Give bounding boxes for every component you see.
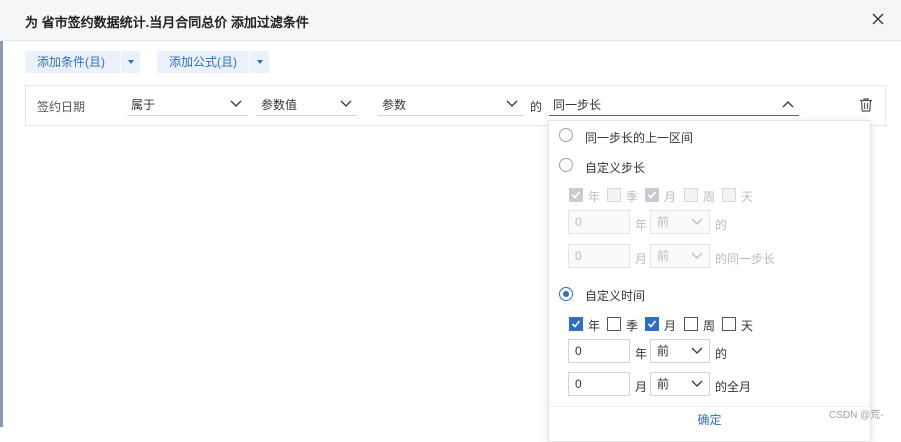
step-year-label: 年 bbox=[588, 190, 601, 204]
chevron-down-icon bbox=[230, 100, 242, 107]
time-week-checkbox[interactable] bbox=[684, 317, 698, 331]
time-week-label: 周 bbox=[703, 319, 716, 333]
radio-custom-time[interactable] bbox=[559, 287, 573, 301]
background-strip bbox=[0, 0, 3, 427]
chevron-down-icon bbox=[691, 252, 703, 259]
step-day-checkbox[interactable] bbox=[722, 188, 736, 202]
of-label: 的 bbox=[530, 100, 543, 114]
step-year-checkbox[interactable] bbox=[569, 188, 583, 202]
step-day-label: 天 bbox=[741, 190, 754, 204]
time-day-label: 天 bbox=[741, 319, 754, 333]
option-custom-step-label: 自定义步长 bbox=[585, 161, 646, 175]
step-year-direction-select[interactable]: 前 bbox=[650, 210, 710, 234]
time-quarter-label: 季 bbox=[626, 319, 639, 333]
trash-icon[interactable] bbox=[858, 97, 874, 116]
time-month-checkbox[interactable] bbox=[645, 317, 659, 331]
chevron-down-icon bbox=[340, 100, 352, 107]
period-dropdown-panel: 同一步长的上一区间 自定义步长 年 季 月 周 天 0 年 前 的 0 月 前 … bbox=[548, 120, 871, 442]
step-row2-suffix: 的同一步长 bbox=[715, 252, 776, 266]
time-year-offset-input[interactable]: 0 bbox=[568, 339, 630, 363]
step-year-offset-input[interactable]: 0 bbox=[568, 210, 630, 234]
time-row2-suffix: 的全月 bbox=[715, 380, 752, 394]
time-month-offset-input[interactable]: 0 bbox=[568, 372, 630, 396]
chevron-down-icon bbox=[506, 100, 518, 107]
time-row1-suffix: 的 bbox=[715, 347, 728, 361]
operator-select[interactable]: 属于 bbox=[127, 95, 247, 116]
close-icon[interactable] bbox=[869, 10, 887, 28]
time-quarter-checkbox[interactable] bbox=[607, 317, 621, 331]
field-name: 签约日期 bbox=[37, 100, 86, 114]
step-year-unit: 年 bbox=[635, 218, 648, 232]
step-week-checkbox[interactable] bbox=[684, 188, 698, 202]
caret-down-icon[interactable] bbox=[250, 51, 270, 73]
step-month-unit: 月 bbox=[635, 252, 648, 266]
time-year-label: 年 bbox=[588, 319, 601, 333]
step-month-direction-select[interactable]: 前 bbox=[650, 244, 710, 268]
add-formula-button[interactable]: 添加公式(且) bbox=[157, 51, 269, 73]
step-quarter-checkbox[interactable] bbox=[607, 188, 621, 202]
chevron-down-icon bbox=[691, 380, 703, 387]
radio-custom-step[interactable] bbox=[559, 158, 573, 172]
chevron-up-icon bbox=[782, 101, 794, 108]
add-formula-label: 添加公式(且) bbox=[169, 55, 237, 69]
step-month-offset-input[interactable]: 0 bbox=[568, 244, 630, 268]
step-week-label: 周 bbox=[703, 190, 716, 204]
confirm-button[interactable]: 确定 bbox=[549, 411, 870, 428]
option-prev-interval-label: 同一步长的上一区间 bbox=[585, 131, 694, 145]
watermark: CSDN @荒- bbox=[829, 410, 884, 421]
caret-down-icon[interactable] bbox=[121, 51, 141, 73]
panel-divider bbox=[549, 406, 870, 407]
dialog-header: 为 省市签约数据统计.当月合同总价 添加过滤条件 bbox=[0, 0, 901, 41]
time-year-unit: 年 bbox=[635, 347, 648, 361]
step-row1-suffix: 的 bbox=[715, 218, 728, 232]
dialog-title: 为 省市签约数据统计.当月合同总价 添加过滤条件 bbox=[25, 15, 309, 30]
option-custom-time-label: 自定义时间 bbox=[585, 289, 646, 303]
radio-prev-interval[interactable] bbox=[559, 128, 573, 142]
time-month-unit: 月 bbox=[635, 380, 648, 394]
time-year-direction-select[interactable]: 前 bbox=[650, 339, 710, 363]
add-condition-label: 添加条件(且) bbox=[37, 55, 105, 69]
chevron-down-icon bbox=[691, 218, 703, 225]
step-quarter-label: 季 bbox=[626, 190, 639, 204]
time-day-checkbox[interactable] bbox=[722, 317, 736, 331]
chevron-down-icon bbox=[691, 347, 703, 354]
param-select[interactable]: 参数 bbox=[378, 95, 523, 116]
time-month-direction-select[interactable]: 前 bbox=[650, 372, 710, 396]
time-month-label: 月 bbox=[664, 319, 677, 333]
step-month-label: 月 bbox=[664, 190, 677, 204]
add-condition-button[interactable]: 添加条件(且) bbox=[25, 51, 140, 73]
time-year-checkbox[interactable] bbox=[569, 317, 583, 331]
step-month-checkbox[interactable] bbox=[645, 188, 659, 202]
value-type-select[interactable]: 参数值 bbox=[257, 95, 357, 116]
period-select[interactable]: 同一步长 bbox=[549, 95, 799, 116]
